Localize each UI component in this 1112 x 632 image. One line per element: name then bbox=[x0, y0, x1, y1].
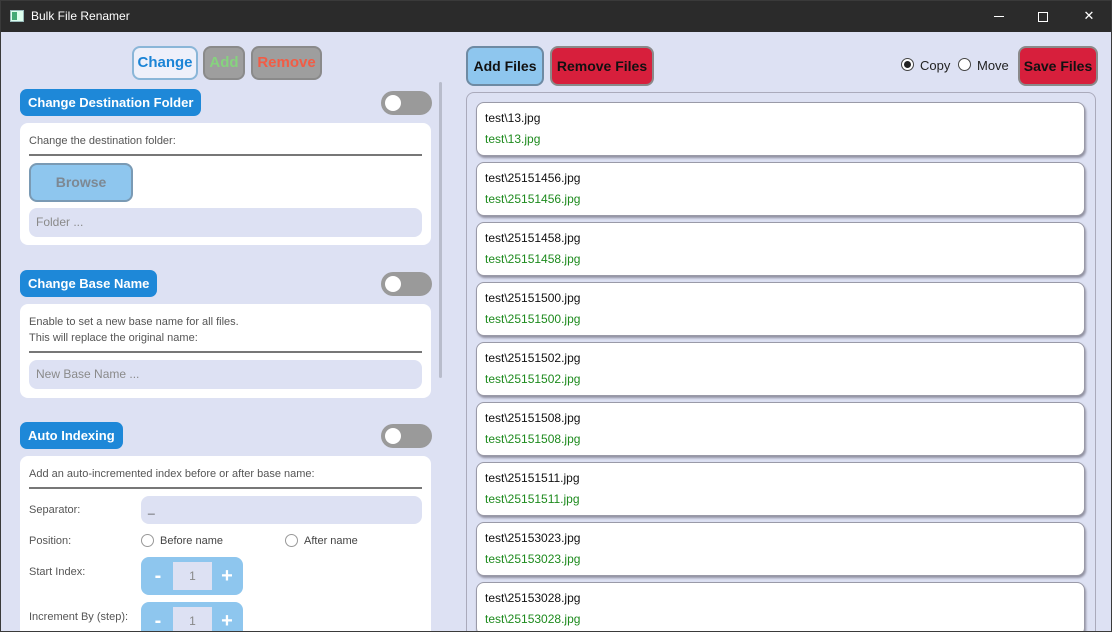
increment-decrement-button[interactable]: - bbox=[145, 606, 171, 631]
file-source-path: test\25151458.jpg bbox=[485, 231, 581, 245]
file-source-path: test\13.jpg bbox=[485, 111, 541, 125]
separator-label: Separator: bbox=[29, 504, 81, 516]
auto-indexing-description: Add an auto-incremented index before or … bbox=[29, 468, 315, 480]
file-source-path: test\25151456.jpg bbox=[485, 171, 581, 185]
file-item[interactable]: test\25151511.jpg test\25151511.jpg bbox=[476, 462, 1085, 516]
destination-card: Change the destination folder: Browse Fo… bbox=[20, 123, 431, 245]
file-source-path: test\25151502.jpg bbox=[485, 351, 581, 365]
remove-mode-button[interactable]: Remove bbox=[251, 46, 322, 80]
minimize-button[interactable] bbox=[976, 1, 1022, 32]
app-window: Bulk File Renamer ✕ Change Add Remove Ch… bbox=[0, 0, 1112, 632]
move-radio[interactable] bbox=[958, 58, 971, 71]
change-mode-button[interactable]: Change bbox=[132, 46, 198, 80]
file-item[interactable]: test\25151502.jpg test\25151502.jpg bbox=[476, 342, 1085, 396]
title-bar: Bulk File Renamer ✕ bbox=[1, 1, 1111, 32]
destination-section-title: Change Destination Folder bbox=[20, 89, 202, 116]
copy-label: Copy bbox=[920, 58, 951, 73]
file-target-path: test\25151502.jpg bbox=[485, 372, 581, 386]
file-source-path: test\25153028.jpg bbox=[485, 591, 581, 605]
file-source-path: test\25151508.jpg bbox=[485, 411, 581, 425]
divider bbox=[29, 487, 422, 489]
file-target-path: test\25151458.jpg bbox=[485, 252, 581, 266]
increment-label: Increment By (step): bbox=[29, 611, 129, 623]
base-name-input[interactable]: New Base Name ... bbox=[29, 360, 422, 389]
divider bbox=[29, 351, 422, 353]
start-index-stepper: - 1 + bbox=[141, 557, 243, 595]
destination-description: Change the destination folder: bbox=[29, 135, 176, 147]
position-label: Position: bbox=[29, 535, 72, 547]
divider bbox=[29, 154, 422, 156]
options-scrollbar[interactable] bbox=[439, 82, 442, 378]
close-button[interactable]: ✕ bbox=[1066, 1, 1111, 32]
move-label: Move bbox=[977, 58, 1009, 73]
files-panel: Add Files Remove Files Copy Move Save Fi… bbox=[447, 32, 1111, 631]
file-target-path: test\13.jpg bbox=[485, 132, 541, 146]
base-name-description-line1: Enable to set a new base name for all fi… bbox=[29, 316, 239, 328]
base-name-toggle[interactable] bbox=[381, 272, 432, 296]
browse-button[interactable]: Browse bbox=[29, 163, 133, 202]
destination-toggle[interactable] bbox=[381, 91, 432, 115]
remove-files-button[interactable]: Remove Files bbox=[550, 46, 654, 86]
file-item[interactable]: test\25151508.jpg test\25151508.jpg bbox=[476, 402, 1085, 456]
file-source-path: test\25153023.jpg bbox=[485, 531, 581, 545]
file-target-path: test\25151508.jpg bbox=[485, 432, 581, 446]
file-target-path: test\25151500.jpg bbox=[485, 312, 581, 326]
app-icon bbox=[10, 10, 24, 22]
file-target-path: test\25153023.jpg bbox=[485, 552, 581, 566]
window-title: Bulk File Renamer bbox=[31, 9, 130, 23]
folder-input[interactable]: Folder ... bbox=[29, 208, 422, 237]
start-index-label: Start Index: bbox=[29, 566, 86, 578]
base-name-section-title: Change Base Name bbox=[20, 270, 158, 297]
auto-indexing-section-title: Auto Indexing bbox=[20, 422, 123, 449]
save-files-button[interactable]: Save Files bbox=[1018, 46, 1098, 86]
file-source-path: test\25151511.jpg bbox=[485, 471, 580, 485]
position-after-radio[interactable] bbox=[285, 534, 298, 547]
add-mode-button[interactable]: Add bbox=[203, 46, 245, 80]
file-item[interactable]: test\25151456.jpg test\25151456.jpg bbox=[476, 162, 1085, 216]
file-source-path: test\25151500.jpg bbox=[485, 291, 581, 305]
start-index-value[interactable]: 1 bbox=[173, 562, 212, 590]
auto-indexing-card: Add an auto-incremented index before or … bbox=[20, 456, 431, 631]
file-list[interactable]: test\13.jpg test\13.jpg test\25151456.jpg t… bbox=[466, 92, 1096, 631]
minimize-icon bbox=[994, 16, 1004, 17]
copy-radio[interactable] bbox=[901, 58, 914, 71]
file-target-path: test\25153028.jpg bbox=[485, 612, 581, 626]
base-name-description-line2: This will replace the original name: bbox=[29, 332, 198, 344]
base-name-card: Enable to set a new base name for all fi… bbox=[20, 304, 431, 398]
maximize-button[interactable] bbox=[1020, 1, 1066, 32]
file-item[interactable]: test\25151500.jpg test\25151500.jpg bbox=[476, 282, 1085, 336]
increment-value[interactable]: 1 bbox=[173, 607, 212, 631]
file-item[interactable]: test\25153028.jpg test\25153028.jpg bbox=[476, 582, 1085, 631]
position-after-label: After name bbox=[304, 535, 358, 547]
file-item[interactable]: test\25151458.jpg test\25151458.jpg bbox=[476, 222, 1085, 276]
add-files-button[interactable]: Add Files bbox=[466, 46, 544, 86]
position-before-label: Before name bbox=[160, 535, 223, 547]
file-item[interactable]: test\13.jpg test\13.jpg bbox=[476, 102, 1085, 156]
start-index-increment-button[interactable]: + bbox=[214, 561, 240, 591]
file-item[interactable]: test\25153023.jpg test\25153023.jpg bbox=[476, 522, 1085, 576]
options-panel: Change Add Remove Change Destination Fol… bbox=[1, 32, 447, 631]
increment-increment-button[interactable]: + bbox=[214, 606, 240, 631]
separator-input[interactable]: _ bbox=[141, 496, 422, 524]
close-icon: ✕ bbox=[1083, 9, 1095, 24]
auto-indexing-toggle[interactable] bbox=[381, 424, 432, 448]
increment-stepper: - 1 + bbox=[141, 602, 243, 631]
maximize-icon bbox=[1038, 11, 1048, 22]
position-before-radio[interactable] bbox=[141, 534, 154, 547]
file-target-path: test\25151511.jpg bbox=[485, 492, 580, 506]
start-index-decrement-button[interactable]: - bbox=[145, 561, 171, 591]
file-target-path: test\25151456.jpg bbox=[485, 192, 581, 206]
